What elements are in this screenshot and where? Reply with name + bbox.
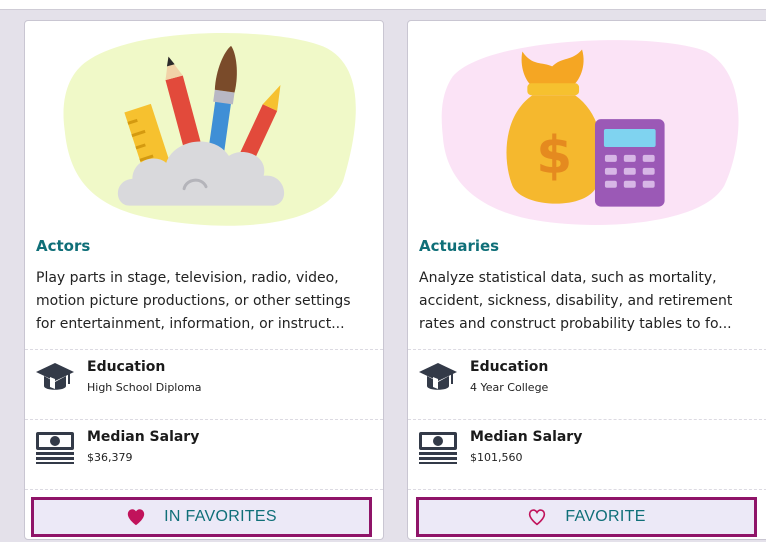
money-stack-icon [419,432,457,464]
divider [408,419,766,420]
heart-outline-icon [529,509,546,526]
money-stack-icon [36,432,74,464]
salary-label: Median Salary [87,429,200,445]
graduation-cap-icon [36,363,74,390]
career-title[interactable]: Actuaries [419,237,499,255]
education-value: 4 Year College [470,381,549,394]
description-line: rates and construct probability tables t… [419,316,732,332]
heart-filled-icon [127,509,145,526]
favorite-label: FAVORITE [565,508,646,525]
art-supplies-cloud-illustration [63,33,356,226]
divider [25,489,383,490]
career-description: Play parts in stage, television, radio, … [36,267,376,336]
career-description: Analyze statistical data, such as mortal… [419,267,759,336]
svg-text:$: $ [536,126,572,186]
description-line: motion picture productions, or other set… [36,293,351,309]
divider [25,419,383,420]
in-favorites-button[interactable]: IN FAVORITES [31,497,372,537]
salary-value: $101,560 [470,451,523,464]
salary-value: $36,379 [87,451,133,464]
career-card[interactable]: $ Actuaries Analyze statistical data, su… [407,20,766,540]
salary-label: Median Salary [470,429,583,445]
favorite-label: IN FAVORITES [164,508,277,525]
description-line: accident, sickness, disability, and reti… [419,293,733,309]
divider [408,489,766,490]
description-line: Analyze statistical data, such as mortal… [419,270,717,286]
divider [408,349,766,350]
career-title[interactable]: Actors [36,237,90,255]
description-line: for entertainment, information, or instr… [36,316,345,332]
top-edge [0,0,766,10]
money-bag-calculator-illustration: $ [441,40,739,225]
education-label: Education [470,359,549,375]
career-card[interactable]: Actors Play parts in stage, television, … [24,20,384,540]
education-label: Education [87,359,166,375]
description-line: Play parts in stage, television, radio, … [36,270,339,286]
education-value: High School Diploma [87,381,202,394]
graduation-cap-icon [419,363,457,390]
favorite-button[interactable]: FAVORITE [416,497,757,537]
divider [25,349,383,350]
